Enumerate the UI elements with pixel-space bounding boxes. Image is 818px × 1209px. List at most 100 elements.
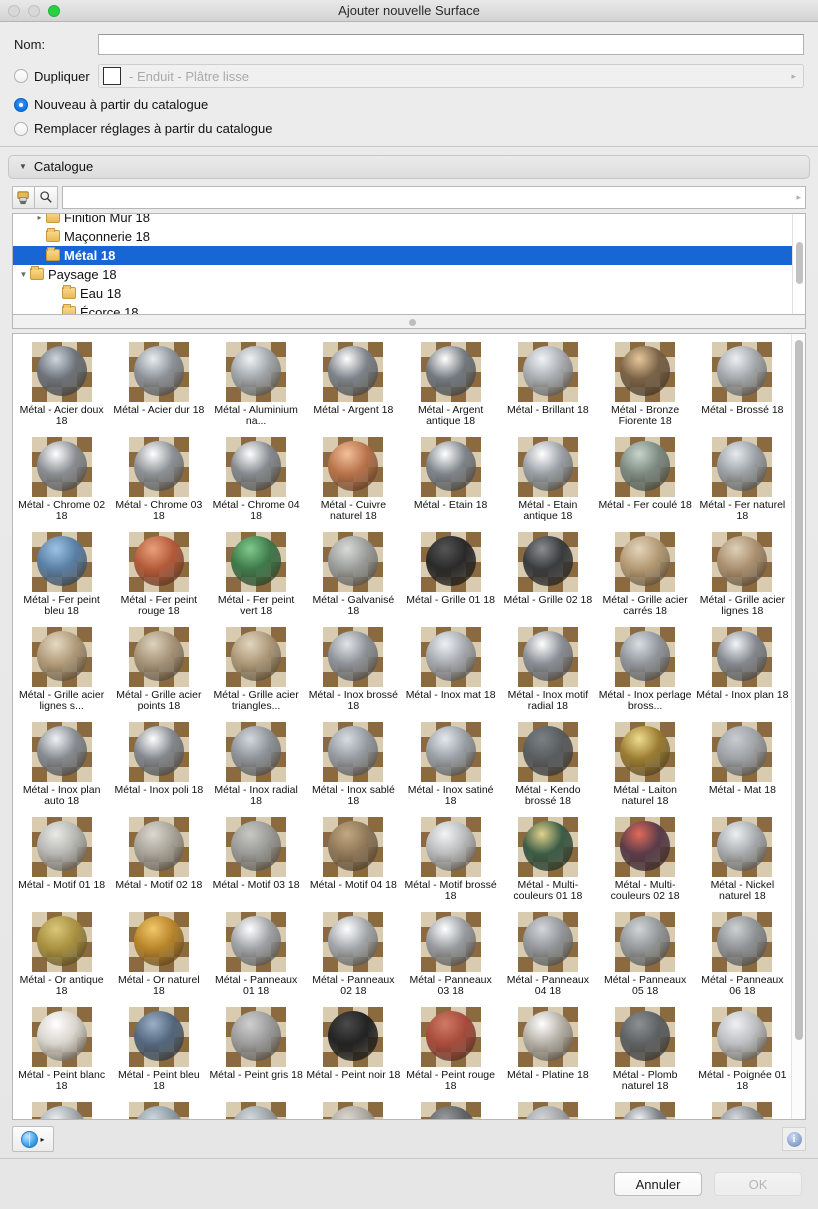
material-grid[interactable]: Métal - Acier doux 18 Métal - Acier dur 1…	[12, 332, 806, 1120]
duplicate-source-combo[interactable]: - Enduit - Plâtre lisse ▸	[98, 64, 804, 88]
material-item[interactable]: Métal - Inox radial 18	[208, 718, 305, 813]
material-item[interactable]: Métal - Inox plan auto 18	[13, 718, 110, 813]
material-thumbnail[interactable]	[615, 816, 676, 877]
material-item[interactable]: Métal - Grille acier carrés 18	[597, 528, 694, 623]
material-thumbnail[interactable]	[31, 911, 92, 972]
material-thumbnail[interactable]	[615, 531, 676, 592]
material-thumbnail[interactable]	[128, 341, 189, 402]
material-item[interactable]: Métal - Panneaux 05 18	[597, 908, 694, 1003]
material-item[interactable]: Métal - Peint rouge 18	[402, 1003, 499, 1098]
material-item[interactable]: Métal - Peint bleu 18	[110, 1003, 207, 1098]
material-item[interactable]: Métal - Mat 18	[694, 718, 791, 813]
material-thumbnail[interactable]	[712, 721, 773, 782]
material-thumbnail[interactable]	[31, 531, 92, 592]
material-item[interactable]: Métal - Nickel naturel 18	[694, 813, 791, 908]
material-thumbnail[interactable]	[517, 1101, 578, 1119]
material-item[interactable]: Métal - Grille acier lignes 18	[694, 528, 791, 623]
tree-item[interactable]: ▸ Finition Mur 18	[13, 213, 792, 227]
material-thumbnail[interactable]	[226, 626, 287, 687]
twisty-closed-icon[interactable]: ▸	[49, 308, 62, 314]
material-item[interactable]: Métal - Brossé 18	[694, 338, 791, 433]
tree-hscrollbar-thumb[interactable]	[409, 318, 416, 326]
material-thumbnail[interactable]	[615, 1101, 676, 1119]
material-item[interactable]: Métal - Inox mat 18	[402, 623, 499, 718]
material-item[interactable]	[597, 1098, 694, 1119]
material-thumbnail[interactable]	[128, 626, 189, 687]
material-item[interactable]: Métal - Inox satiné 18	[402, 718, 499, 813]
material-thumbnail[interactable]	[712, 436, 773, 497]
material-item[interactable]	[499, 1098, 596, 1119]
material-item[interactable]: Métal - Bronze Fiorente 18	[597, 338, 694, 433]
material-item[interactable]	[208, 1098, 305, 1119]
disclosure-triangle-icon[interactable]: ▼	[19, 162, 27, 171]
material-thumbnail[interactable]	[323, 1101, 384, 1119]
material-item[interactable]: Métal - Inox brossé 18	[305, 623, 402, 718]
material-thumbnail[interactable]	[615, 721, 676, 782]
material-item[interactable]: Métal - Multi-couleurs 02 18	[597, 813, 694, 908]
material-item[interactable]	[694, 1098, 791, 1119]
material-item[interactable]: Métal - Inox plan 18	[694, 623, 791, 718]
material-item[interactable]: Métal - Inox perlage bross...	[597, 623, 694, 718]
material-thumbnail[interactable]	[712, 626, 773, 687]
replace-from-catalogue-option[interactable]: Remplacer réglages à partir du catalogue	[14, 121, 804, 136]
material-thumbnail[interactable]	[517, 721, 578, 782]
ok-button[interactable]: OK	[714, 1172, 802, 1196]
material-item[interactable]: Métal - Or antique 18	[13, 908, 110, 1003]
material-thumbnail[interactable]	[226, 1101, 287, 1119]
tree-item[interactable]: ▼ Paysage 18	[13, 265, 792, 284]
material-item[interactable]: Métal - Grille acier lignes s...	[13, 623, 110, 718]
material-item[interactable]: Métal - Cuivre naturel 18	[305, 433, 402, 528]
material-item[interactable]	[110, 1098, 207, 1119]
grid-vertical-scrollbar[interactable]	[791, 333, 805, 1119]
material-item[interactable]: Métal - Panneaux 06 18	[694, 908, 791, 1003]
material-item[interactable]: Métal - Panneaux 01 18	[208, 908, 305, 1003]
material-item[interactable]: Métal - Inox motif radial 18	[499, 623, 596, 718]
material-item[interactable]: Métal - Laiton naturel 18	[597, 718, 694, 813]
material-thumbnail[interactable]	[31, 436, 92, 497]
material-thumbnail[interactable]	[420, 531, 481, 592]
radio-remplacer[interactable]	[14, 121, 28, 136]
material-item[interactable]	[402, 1098, 499, 1119]
material-thumbnail[interactable]	[226, 816, 287, 877]
material-item[interactable]: Métal - Poignée 01 18	[694, 1003, 791, 1098]
tree-vertical-scrollbar[interactable]	[792, 213, 805, 314]
material-item[interactable]	[13, 1098, 110, 1119]
material-thumbnail[interactable]	[31, 626, 92, 687]
tree-item[interactable]: ▸ Eau 18	[13, 284, 792, 303]
material-thumbnail[interactable]	[128, 1006, 189, 1067]
material-item[interactable]: Métal - Inox sablé 18	[305, 718, 402, 813]
twisty-closed-icon[interactable]: ▸	[33, 214, 46, 222]
radio-nouveau[interactable]	[14, 97, 28, 112]
material-thumbnail[interactable]	[226, 911, 287, 972]
material-thumbnail[interactable]	[517, 341, 578, 402]
chevron-right-icon[interactable]: ▸	[796, 192, 805, 203]
material-thumbnail[interactable]	[323, 911, 384, 972]
cancel-button[interactable]: Annuler	[614, 1172, 702, 1196]
tree-scrollbar-thumb[interactable]	[796, 241, 803, 284]
material-thumbnail[interactable]	[420, 626, 481, 687]
material-thumbnail[interactable]	[517, 911, 578, 972]
tree-horizontal-scrollbar[interactable]	[12, 314, 806, 329]
material-item[interactable]: Métal - Peint blanc 18	[13, 1003, 110, 1098]
material-item[interactable]: Métal - Chrome 03 18	[110, 433, 207, 528]
material-thumbnail[interactable]	[323, 816, 384, 877]
material-thumbnail[interactable]	[712, 341, 773, 402]
material-item[interactable]: Métal - Aluminium na...	[208, 338, 305, 433]
material-thumbnail[interactable]	[517, 1006, 578, 1067]
material-thumbnail[interactable]	[31, 721, 92, 782]
material-thumbnail[interactable]	[323, 341, 384, 402]
material-item[interactable]: Métal - Chrome 04 18	[208, 433, 305, 528]
twisty-closed-icon[interactable]: ▸	[33, 251, 46, 260]
material-thumbnail[interactable]	[128, 721, 189, 782]
material-item[interactable]: Métal - Peint gris 18	[208, 1003, 305, 1098]
material-thumbnail[interactable]	[128, 816, 189, 877]
material-thumbnail[interactable]	[615, 626, 676, 687]
material-item[interactable]: Métal - Panneaux 04 18	[499, 908, 596, 1003]
material-thumbnail[interactable]	[420, 1101, 481, 1119]
material-thumbnail[interactable]	[128, 531, 189, 592]
search-icon[interactable]	[35, 185, 58, 209]
material-item[interactable]: Métal - Etain antique 18	[499, 433, 596, 528]
material-thumbnail[interactable]	[226, 531, 287, 592]
material-item[interactable]: Métal - Motif 01 18	[13, 813, 110, 908]
material-item[interactable]: Métal - Fer peint vert 18	[208, 528, 305, 623]
